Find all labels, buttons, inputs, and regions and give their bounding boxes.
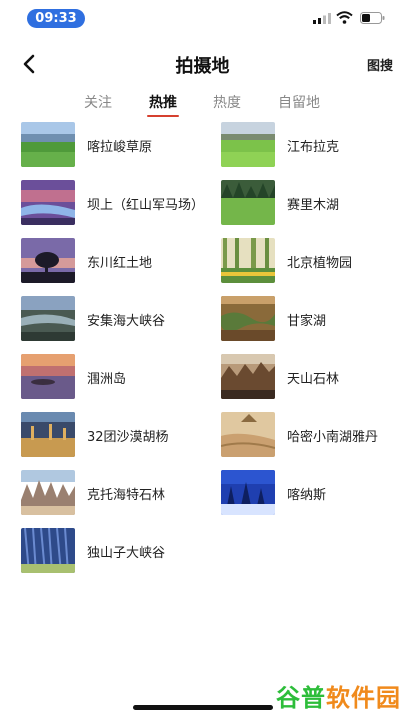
status-bar: 09:33	[0, 0, 405, 36]
tab-hot-recommend[interactable]: 热推	[139, 92, 187, 117]
place-thumbnail	[21, 238, 75, 283]
place-item[interactable]: 天山石林	[221, 354, 405, 402]
place-thumbnail	[221, 470, 275, 515]
tab-following[interactable]: 关注	[74, 92, 122, 112]
place-thumbnail	[221, 296, 275, 341]
place-thumbnail	[221, 122, 275, 167]
battery-icon	[360, 12, 385, 24]
place-name: 独山子大峡谷	[87, 546, 166, 561]
place-item[interactable]: 北京植物园	[221, 238, 405, 286]
place-item[interactable]: 32团沙漠胡杨	[21, 412, 211, 460]
place-name: 克托海特石林	[87, 488, 166, 503]
wifi-icon	[336, 11, 353, 24]
watermark-part1: 谷普	[276, 684, 326, 712]
place-thumbnail	[221, 354, 275, 399]
place-name: 坝上（红山军马场）	[87, 198, 205, 213]
place-item[interactable]: 涠洲岛	[21, 354, 211, 402]
place-name: 安集海大峡谷	[87, 314, 166, 329]
signal-icon	[313, 13, 331, 24]
place-name: 赛里木湖	[287, 198, 340, 213]
place-thumbnail	[21, 122, 75, 167]
place-item[interactable]: 东川红土地	[21, 238, 211, 286]
place-thumbnail	[221, 238, 275, 283]
place-item[interactable]: 坝上（红山军马场）	[21, 180, 211, 228]
place-name: 哈密小南湖雅丹	[287, 430, 379, 445]
place-thumbnail	[221, 180, 275, 225]
watermark-part2: 软件园	[326, 684, 401, 712]
page-title: 拍摄地	[175, 56, 230, 77]
place-name: 喀拉峻草原	[87, 140, 153, 155]
place-name: 北京植物园	[287, 256, 353, 271]
place-thumbnail	[21, 470, 75, 515]
place-item[interactable]: 哈密小南湖雅丹	[221, 412, 405, 460]
place-name: 东川红土地	[87, 256, 153, 271]
place-thumbnail	[221, 412, 275, 457]
tab-my-places[interactable]: 自留地	[268, 92, 330, 112]
place-item[interactable]: 甘家湖	[221, 296, 405, 344]
place-name: 喀纳斯	[287, 488, 327, 503]
place-name: 32团沙漠胡杨	[87, 430, 169, 445]
place-thumbnail	[21, 354, 75, 399]
active-tab-indicator	[147, 115, 179, 117]
place-item[interactable]: 喀拉峻草原	[21, 122, 211, 170]
place-name: 甘家湖	[287, 314, 327, 329]
place-thumbnail	[21, 296, 75, 341]
place-name: 涠洲岛	[87, 372, 127, 387]
tab-popularity[interactable]: 热度	[203, 92, 251, 112]
home-indicator[interactable]	[133, 705, 273, 710]
place-thumbnail	[21, 528, 75, 573]
place-item[interactable]: 江布拉克	[221, 122, 405, 170]
tab-label: 热推	[149, 95, 177, 111]
place-item[interactable]: 赛里木湖	[221, 180, 405, 228]
tab-bar: 关注 热推 热度 自留地	[0, 92, 405, 122]
place-thumbnail	[21, 412, 75, 457]
place-name: 江布拉克	[287, 140, 340, 155]
status-time: 09:33	[27, 9, 85, 28]
place-item[interactable]: 喀纳斯	[221, 470, 405, 518]
place-item[interactable]: 安集海大峡谷	[21, 296, 211, 344]
place-item[interactable]: 克托海特石林	[21, 470, 211, 518]
place-name: 天山石林	[287, 372, 340, 387]
site-watermark: 谷普软件园	[276, 676, 400, 712]
nav-header: 拍摄地 图搜	[0, 44, 405, 84]
place-thumbnail	[21, 180, 75, 225]
place-item[interactable]: 独山子大峡谷	[21, 528, 211, 576]
watermark-text: 谷普软件园	[276, 678, 401, 713]
image-search-button[interactable]: 图搜	[367, 55, 393, 74]
